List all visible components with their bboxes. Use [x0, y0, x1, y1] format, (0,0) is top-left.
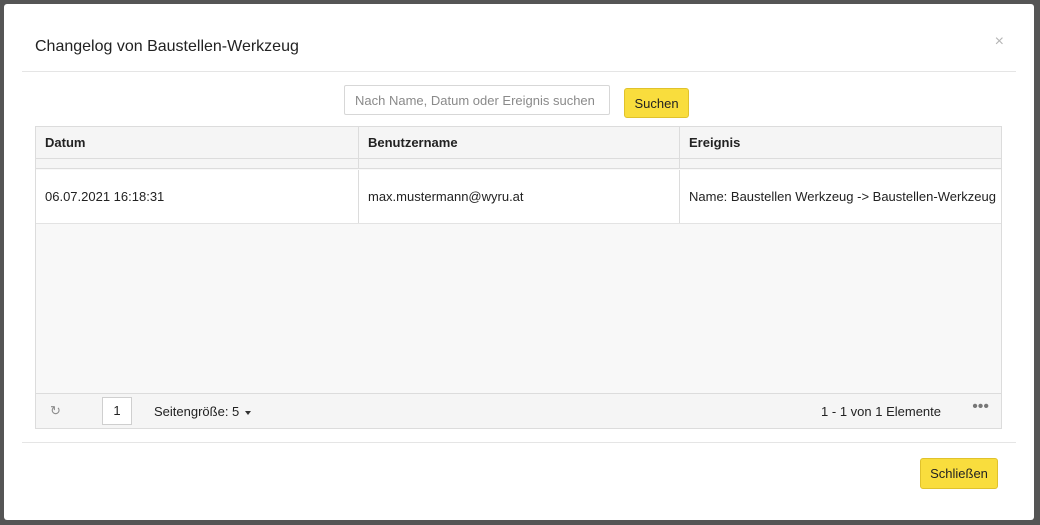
- cell-ereignis: Name: Baustellen Werkzeug -> Baustellen-…: [679, 170, 1001, 223]
- column-header-datum[interactable]: Datum: [36, 127, 358, 158]
- cell-benutzername: max.mustermann@wyru.at: [358, 170, 679, 223]
- column-header-ereignis[interactable]: Ereignis: [679, 127, 1001, 158]
- grid-header: Datum Benutzername Ereignis: [36, 127, 1001, 159]
- footer-divider: [22, 442, 1016, 443]
- column-divider: [358, 159, 359, 169]
- changelog-dialog: Changelog von Baustellen-Werkzeug × Such…: [4, 4, 1034, 520]
- page-size-dropdown[interactable]: Seitengröße: 5: [154, 404, 252, 419]
- dialog-title: Changelog von Baustellen-Werkzeug: [35, 38, 299, 55]
- item-count: 1 - 1 von 1 Elemente: [821, 404, 941, 419]
- page-size-label: Seitengröße: 5: [154, 404, 240, 419]
- grid-pager: ↻ 1 Seitengröße: 5 1 - 1 von 1 Elemente …: [36, 393, 1001, 428]
- cell-datum: 06.07.2021 16:18:31: [45, 189, 165, 204]
- column-header-benutzername[interactable]: Benutzername: [358, 127, 679, 158]
- table-row[interactable]: 06.07.2021 16:18:31 max.mustermann@wyru.…: [36, 170, 1001, 224]
- header-divider: [22, 71, 1016, 72]
- current-page-button[interactable]: 1: [102, 397, 132, 425]
- refresh-icon[interactable]: ↻: [50, 403, 61, 419]
- search-input[interactable]: [344, 85, 610, 115]
- more-options-icon[interactable]: •••: [972, 398, 989, 416]
- close-icon[interactable]: ×: [995, 34, 1004, 50]
- changelog-grid: Datum Benutzername Ereignis 06.07.2021 1…: [35, 126, 1002, 429]
- grid-header-spacer: [36, 159, 1001, 169]
- close-button[interactable]: Schließen: [920, 458, 998, 489]
- search-button[interactable]: Suchen: [624, 88, 689, 118]
- chevron-down-icon: [245, 410, 252, 415]
- column-divider: [679, 159, 680, 169]
